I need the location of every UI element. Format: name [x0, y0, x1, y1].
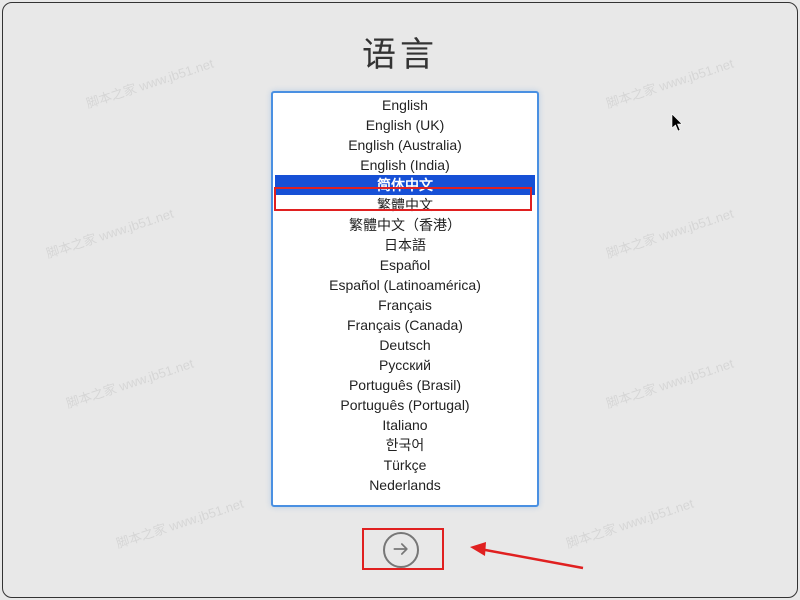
language-option[interactable]: Nederlands	[275, 475, 535, 495]
annotation-arrow-icon	[468, 533, 588, 573]
watermark: 脚本之家 www.jb51.net	[603, 353, 735, 412]
language-option[interactable]: Italiano	[275, 415, 535, 435]
language-option[interactable]: 繁體中文	[275, 195, 535, 215]
mouse-cursor-icon	[671, 113, 685, 133]
language-option[interactable]: English (UK)	[275, 115, 535, 135]
language-option[interactable]: Русский	[275, 355, 535, 375]
watermark: 脚本之家 www.jb51.net	[113, 493, 245, 552]
language-list-scroll[interactable]: EnglishEnglish (UK)English (Australia)En…	[275, 95, 535, 503]
watermark: 脚本之家 www.jb51.net	[63, 353, 195, 412]
arrow-right-icon	[391, 539, 411, 562]
language-option[interactable]: Français	[275, 295, 535, 315]
language-option[interactable]: Español (Latinoamérica)	[275, 275, 535, 295]
watermark: 脚本之家 www.jb51.net	[563, 493, 695, 552]
language-listbox[interactable]: EnglishEnglish (UK)English (Australia)En…	[271, 91, 539, 507]
continue-button[interactable]	[383, 532, 419, 568]
watermark: 脚本之家 www.jb51.net	[43, 203, 175, 262]
language-option[interactable]: English (India)	[275, 155, 535, 175]
language-option[interactable]: Português (Portugal)	[275, 395, 535, 415]
language-option[interactable]: Deutsch	[275, 335, 535, 355]
language-option[interactable]: 繁體中文（香港）	[275, 215, 535, 235]
language-option[interactable]: Français (Canada)	[275, 315, 535, 335]
language-option[interactable]: 한국어	[275, 435, 535, 455]
watermark: 脚本之家 www.jb51.net	[603, 203, 735, 262]
language-option[interactable]: 日本語	[275, 235, 535, 255]
language-option[interactable]: Español	[275, 255, 535, 275]
language-option[interactable]: 简体中文	[275, 175, 535, 195]
setup-window: 语言 EnglishEnglish (UK)English (Australia…	[2, 2, 798, 598]
language-option[interactable]: Português (Brasil)	[275, 375, 535, 395]
page-title: 语言	[3, 27, 797, 76]
language-option[interactable]: English	[275, 95, 535, 115]
language-option[interactable]: English (Australia)	[275, 135, 535, 155]
language-option[interactable]: Türkçe	[275, 455, 535, 475]
